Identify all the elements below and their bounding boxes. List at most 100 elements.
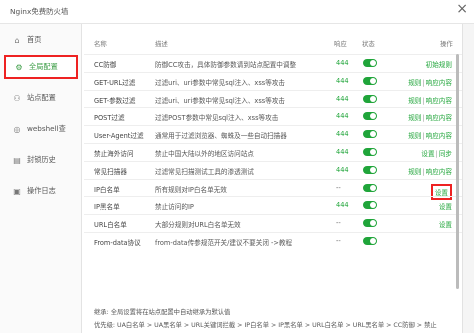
sidebar-item-webshell[interactable]: ◎ webshell查 bbox=[4, 117, 78, 141]
response-code: 444 bbox=[336, 59, 349, 67]
status-toggle[interactable] bbox=[363, 219, 377, 228]
table-row: CC防御 防御CC攻击，具体防御参数请到站点配置中调整 444 初始规则 bbox=[84, 54, 462, 71]
status-toggle[interactable] bbox=[363, 94, 377, 103]
sidebar-item-label: 封锁历史 bbox=[27, 155, 56, 164]
table-row: IP黑名单 禁止访问的IP 444 设置 bbox=[84, 196, 462, 213]
action-link[interactable]: 初始规则 bbox=[426, 61, 452, 69]
action-separator: | bbox=[422, 96, 425, 105]
window-title: Nginx免费防火墙 bbox=[10, 7, 69, 16]
header-op: 操作 bbox=[440, 40, 453, 48]
close-icon[interactable]: × bbox=[456, 2, 468, 16]
table-row: From-data协议 from-data传参规范开关/建议不要关闭 ->教程 -- bbox=[84, 232, 462, 249]
notes: 继承: 全局设置将在站点配置中自动继承为默认值 优先级: UA白名单 > UA黑… bbox=[94, 307, 454, 333]
main-content: 名称 描述 响应 状态 操作 CC防御 防御CC攻击，具体防御参数请到站点配置中调… bbox=[84, 24, 462, 333]
rule-description: 过滤POST参数中常见sql注入、xss等攻击 bbox=[155, 114, 279, 123]
response-code: 444 bbox=[336, 130, 349, 139]
sidebar-item-label: 操作日志 bbox=[27, 186, 56, 195]
table-row: GET-URL过滤 过滤uri、uri参数中常见sql注入、xss等攻击 444 规则… bbox=[84, 71, 462, 89]
row-actions: 规则|响应内容 bbox=[408, 112, 452, 122]
action-link[interactable]: 规则 bbox=[408, 79, 421, 87]
sidebar-item-home[interactable]: ⌂ 首页 bbox=[4, 28, 78, 52]
response-code: 444 bbox=[336, 165, 349, 174]
sidebar-item-global-config[interactable]: ⚙ 全局配置 bbox=[4, 55, 78, 79]
rule-description: 所有规则对IP白名单无效 bbox=[155, 185, 227, 194]
action-separator: | bbox=[422, 78, 425, 87]
action-link[interactable]: 设置 bbox=[439, 221, 452, 229]
home-icon: ⌂ bbox=[14, 35, 20, 45]
rule-name: CC防御 bbox=[94, 61, 117, 69]
response-code: 444 bbox=[336, 201, 349, 210]
status-toggle[interactable] bbox=[363, 112, 377, 121]
sidebar-item-block-history[interactable]: ▤ 封锁历史 bbox=[4, 148, 78, 172]
rule-name: GET-URL过滤 bbox=[94, 78, 136, 87]
rule-description: 大部分规则对URL白名单无效 bbox=[155, 221, 241, 230]
status-toggle[interactable] bbox=[363, 130, 377, 139]
action-separator: | bbox=[422, 167, 425, 176]
action-link[interactable]: 规则 bbox=[408, 132, 421, 140]
status-toggle[interactable] bbox=[363, 165, 377, 174]
sidebar: ⌂ 首页 ⚙ 全局配置 ⚇ 站点配置 ◎ webshell查 ▤ 封锁历史 ▣ … bbox=[0, 24, 82, 333]
response-code: -- bbox=[336, 237, 341, 245]
rule-description: 过滤常见扫描测试工具的渗透测试 bbox=[155, 167, 254, 176]
row-actions: 设置 bbox=[439, 219, 452, 229]
rule-name: GET-参数过滤 bbox=[94, 96, 136, 105]
action-link[interactable]: 响应内容 bbox=[426, 132, 452, 140]
header-resp: 响应 bbox=[334, 40, 347, 48]
response-code: -- bbox=[336, 219, 341, 228]
header-name: 名称 bbox=[94, 40, 107, 48]
status-toggle[interactable] bbox=[363, 59, 377, 67]
log-icon: ▣ bbox=[13, 186, 21, 196]
note-inherit: 继承: 全局设置将在站点配置中自动继承为默认值 bbox=[94, 309, 231, 316]
status-toggle[interactable] bbox=[363, 183, 377, 192]
rule-description: 通常用于过滤浏览器、蜘蛛及一些自动扫描器 bbox=[155, 132, 287, 141]
status-toggle[interactable] bbox=[363, 148, 377, 156]
rule-name: 禁止海外访问 bbox=[94, 150, 134, 158]
scrollbar[interactable] bbox=[456, 54, 460, 294]
action-link[interactable]: 响应内容 bbox=[426, 168, 452, 176]
sidebar-item-label: webshell查 bbox=[27, 124, 66, 133]
settings-icon: ⚙ bbox=[15, 62, 23, 72]
rule-name: IP白名单 bbox=[94, 185, 120, 194]
rule-name: IP黑名单 bbox=[94, 203, 120, 212]
action-link[interactable]: 响应内容 bbox=[426, 97, 452, 105]
rule-name: From-data协议 bbox=[94, 239, 141, 247]
rule-name: 常见扫描器 bbox=[94, 167, 127, 176]
scrollbar-thumb[interactable] bbox=[456, 54, 459, 289]
response-code: 444 bbox=[336, 148, 349, 156]
response-code: -- bbox=[336, 183, 341, 192]
sidebar-item-label: 全局配置 bbox=[29, 62, 58, 71]
rule-description: 防御CC攻击，具体防御参数请到站点配置中调整 bbox=[155, 61, 297, 69]
row-actions: 初始规则 bbox=[426, 59, 452, 69]
scan-icon: ◎ bbox=[13, 124, 21, 134]
row-actions: 规则|响应内容 bbox=[408, 166, 452, 176]
action-separator: | bbox=[435, 150, 438, 158]
action-separator: | bbox=[422, 114, 425, 123]
action-link[interactable]: 响应内容 bbox=[426, 114, 452, 122]
title-bar: Nginx免费防火墙 × bbox=[0, 0, 474, 24]
action-link[interactable]: 规则 bbox=[408, 97, 421, 105]
table-row: POST过滤 过滤POST参数中常见sql注入、xss等攻击 444 规则|响应内容 bbox=[84, 107, 462, 124]
sidebar-item-label: 站点配置 bbox=[27, 93, 56, 102]
table-row: User-Agent过滤 通常用于过滤浏览器、蜘蛛及一些自动扫描器 444 规则|响应… bbox=[84, 125, 462, 142]
history-icon: ▤ bbox=[13, 155, 21, 165]
response-code: 444 bbox=[336, 94, 349, 103]
sidebar-item-operation-log[interactable]: ▣ 操作日志 bbox=[4, 179, 78, 203]
table-row: 禁止海外访问 禁止中国大陆以外的地区访问站点 444 设置|同步 bbox=[84, 143, 462, 160]
action-link[interactable]: 设置 bbox=[421, 150, 434, 158]
status-toggle[interactable] bbox=[363, 201, 377, 210]
action-link[interactable]: 设置 bbox=[435, 189, 448, 197]
action-link[interactable]: 同步 bbox=[439, 150, 452, 158]
status-toggle[interactable] bbox=[363, 237, 377, 245]
action-link[interactable]: 规则 bbox=[408, 168, 421, 176]
action-separator: | bbox=[422, 132, 425, 141]
rule-description: 禁止中国大陆以外的地区访问站点 bbox=[155, 150, 254, 158]
table-row: GET-参数过滤 过滤uri、uri参数中常见sql注入、xss等攻击 444 规则|… bbox=[84, 89, 462, 107]
action-link[interactable]: 规则 bbox=[408, 114, 421, 122]
table-row: URL白名单 大部分规则对URL白名单无效 -- 设置 bbox=[84, 214, 462, 231]
row-actions: 规则|响应内容 bbox=[408, 95, 452, 105]
action-link[interactable]: 响应内容 bbox=[426, 79, 452, 87]
status-toggle[interactable] bbox=[363, 76, 377, 85]
sidebar-item-site-config[interactable]: ⚇ 站点配置 bbox=[4, 86, 78, 110]
note-priority: 优先级: UA白名单 > UA黑名单 > URL关键词拦截 > IP白名单 > … bbox=[94, 322, 437, 329]
action-link[interactable]: 设置 bbox=[439, 203, 452, 211]
